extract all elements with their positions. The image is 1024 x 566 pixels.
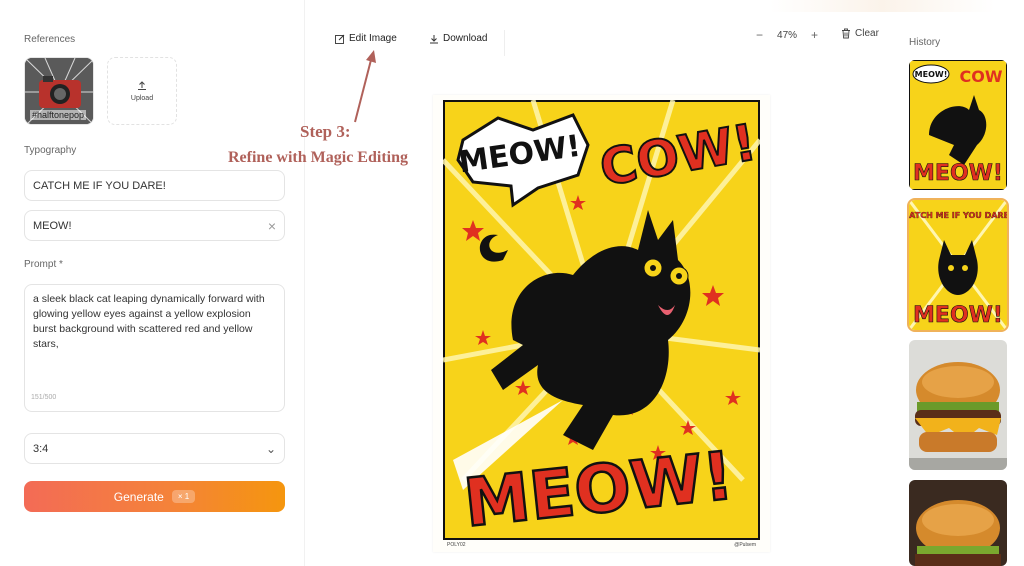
upload-button[interactable]: Upload <box>107 57 177 125</box>
svg-text:MEOW!: MEOW! <box>913 303 1003 328</box>
annotation-subtitle: Refine with Magic Editing <box>228 149 408 166</box>
generate-count-badge: × 1 <box>171 490 196 503</box>
upload-icon <box>138 80 146 90</box>
zoom-in-button[interactable]: + <box>811 28 818 42</box>
annotation-arrow <box>354 50 376 123</box>
settings-panel: References #halftonepop Upload Typograph… <box>0 0 305 566</box>
prompt-label: Prompt * <box>24 259 63 270</box>
prompt-textarea[interactable]: a sleek black cat leaping dynamically fo… <box>24 284 285 412</box>
toolbar-divider <box>504 30 505 56</box>
generate-label: Generate <box>113 489 164 504</box>
history-item-1[interactable]: MEOW! COW MEOW! <box>909 60 1007 190</box>
history-item-3[interactable] <box>909 340 1007 470</box>
top-fade <box>770 0 995 12</box>
prompt-char-counter: 151/500 <box>31 394 57 401</box>
clear-button[interactable]: Clear <box>841 28 879 39</box>
canvas-image[interactable]: MEOW! COW! MEOW! POLY02 @Pulsem <box>433 95 770 552</box>
edit-image-button[interactable]: Edit Image <box>335 33 397 44</box>
download-icon <box>430 34 438 43</box>
history-label: History <box>909 37 941 48</box>
edit-icon <box>335 34 345 44</box>
history-item-2[interactable]: CATCH ME IF YOU DARE! MEOW! <box>907 198 1009 332</box>
svg-text:COW: COW <box>960 67 1003 86</box>
history-thumb-cat-2: CATCH ME IF YOU DARE! MEOW! <box>909 200 1007 330</box>
clear-label: Clear <box>855 28 879 39</box>
svg-text:MEOW!: MEOW! <box>913 161 1003 186</box>
zoom-value: 47% <box>777 29 798 41</box>
trash-icon <box>842 28 850 39</box>
annotation-title: Step 3: <box>300 122 351 141</box>
references-label: References <box>24 34 76 45</box>
poster-footer-right: @Pulsem <box>734 542 756 548</box>
download-label: Download <box>443 33 488 44</box>
typography-label: Typography <box>24 145 77 156</box>
comic-poster: MEOW! COW! MEOW! <box>443 100 760 540</box>
history-thumb-2-caption: CATCH ME IF YOU DARE! <box>909 211 1007 220</box>
zoom-out-button[interactable]: − <box>756 28 763 42</box>
edit-image-label: Edit Image <box>349 33 397 44</box>
typography-text-1: CATCH ME IF YOU DARE! <box>33 179 166 192</box>
aspect-ratio-value: 3:4 <box>33 442 49 455</box>
history-thumb-burger-2 <box>909 480 1007 566</box>
chevron-down-icon: ⌄ <box>265 441 276 456</box>
generate-button[interactable]: Generate × 1 <box>24 481 285 512</box>
history-thumb-1-caption: MEOW! <box>915 70 948 79</box>
zoom-controls: − 47% + <box>756 28 818 42</box>
upload-label: Upload <box>130 94 154 102</box>
history-thumb-burger <box>909 340 1007 470</box>
poster-footer-left: POLY02 <box>447 542 466 548</box>
prompt-text: a sleek black cat leaping dynamically fo… <box>33 293 265 350</box>
reference-caption: #halftonepop <box>30 110 87 120</box>
download-button[interactable]: Download <box>429 33 487 44</box>
history-thumb-cat: MEOW! COW MEOW! <box>909 60 1007 190</box>
clear-icon[interactable]: × <box>268 219 276 233</box>
history-item-4[interactable] <box>909 480 1007 566</box>
typography-text-2: MEOW! <box>33 219 72 232</box>
typography-field-1[interactable]: CATCH ME IF YOU DARE! <box>24 170 285 201</box>
aspect-ratio-select[interactable]: 3:4 ⌄ <box>24 433 285 464</box>
typography-field-2[interactable]: MEOW! × <box>24 210 285 241</box>
